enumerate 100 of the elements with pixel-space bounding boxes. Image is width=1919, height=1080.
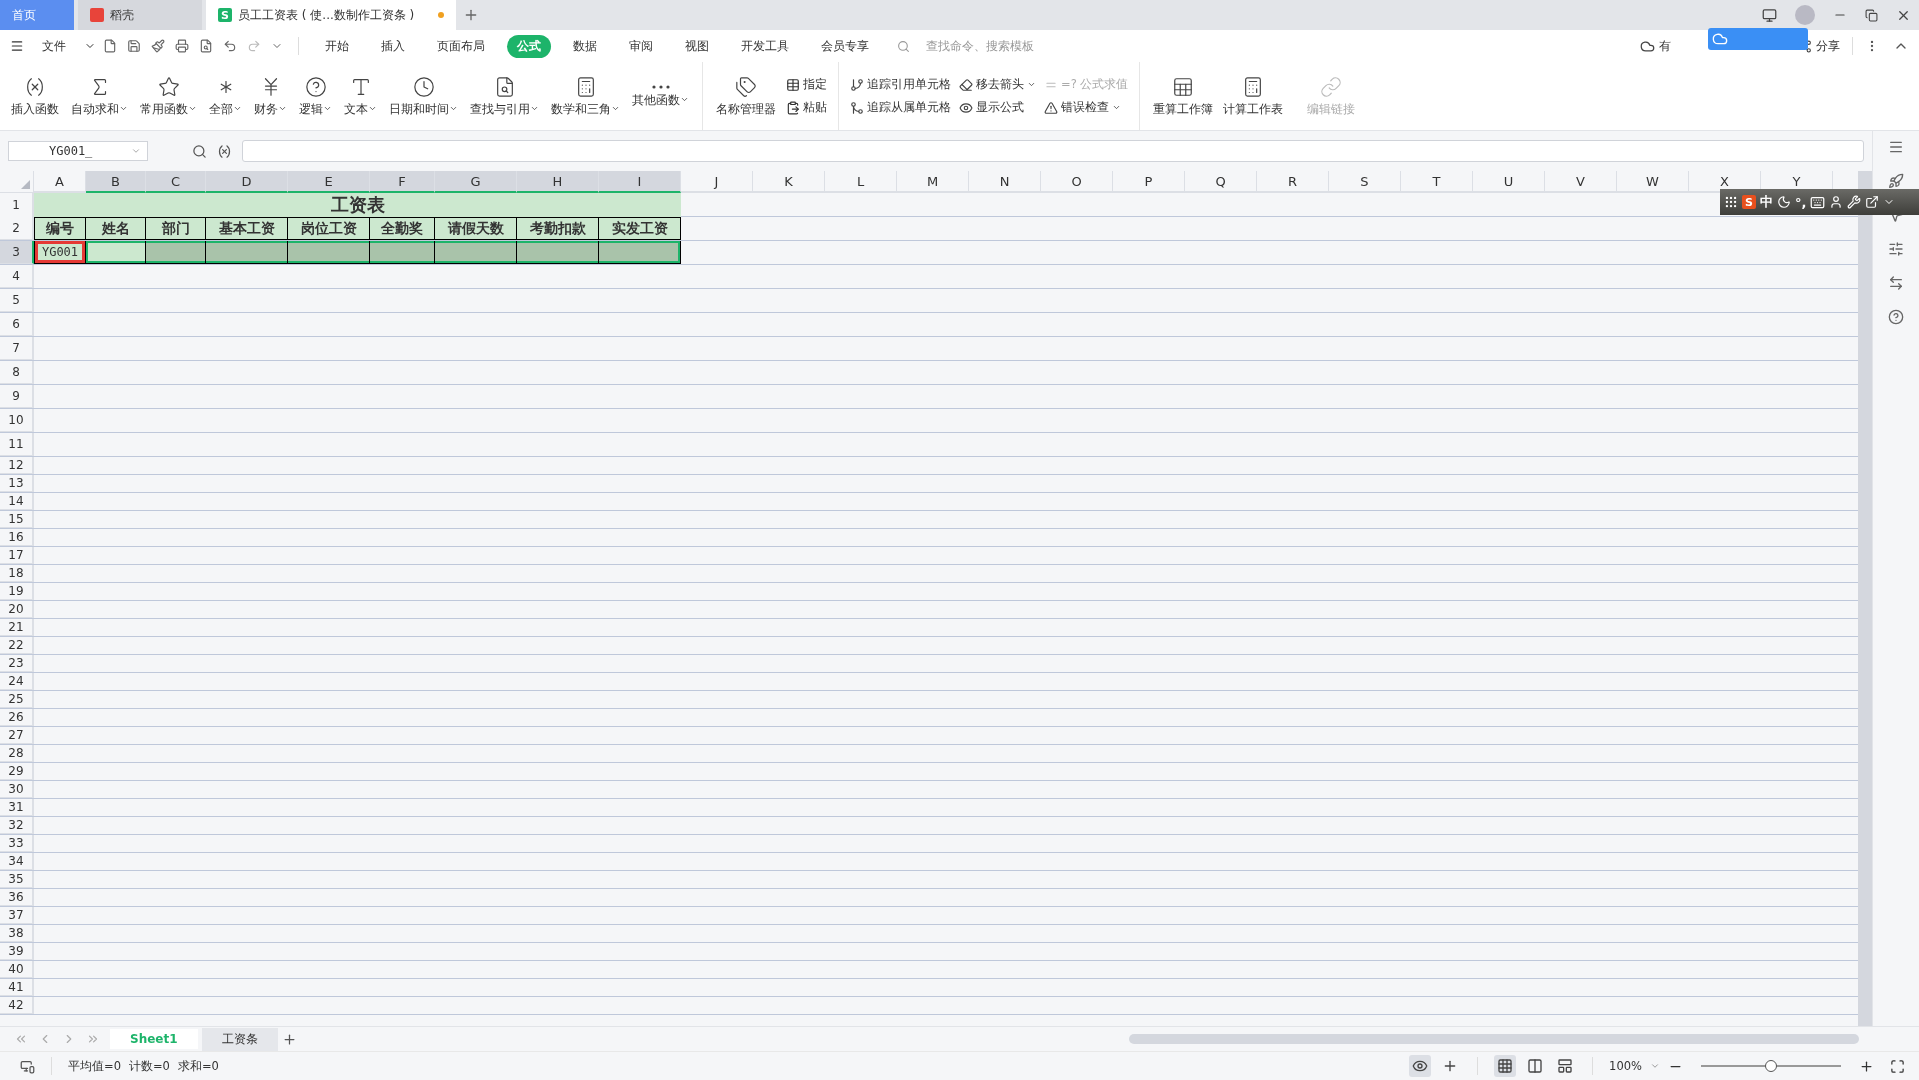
column-header[interactable]: Q xyxy=(1185,171,1257,193)
column-header[interactable]: O xyxy=(1041,171,1113,193)
restore-icon[interactable] xyxy=(1865,8,1878,22)
function-button[interactable]: 逻辑 xyxy=(294,62,337,130)
zoom-level[interactable]: 100% xyxy=(1609,1059,1642,1073)
row-header[interactable]: 19 xyxy=(0,583,34,600)
vertical-scrollbar[interactable] xyxy=(1858,171,1872,1026)
screen-icon[interactable] xyxy=(20,1058,35,1074)
swap-icon[interactable] xyxy=(1888,275,1904,291)
save-icon[interactable] xyxy=(127,39,141,53)
ribbon-tab[interactable]: 插入 xyxy=(371,34,415,58)
row-header[interactable]: 4 xyxy=(0,265,34,288)
external-icon[interactable] xyxy=(1865,195,1880,209)
new-tab-icon[interactable] xyxy=(463,7,479,23)
row-header[interactable]: 39 xyxy=(0,943,34,960)
selected-cell[interactable] xyxy=(517,241,599,264)
row-header[interactable]: 35 xyxy=(0,871,34,888)
row-header[interactable]: 27 xyxy=(0,727,34,744)
row-header[interactable]: 37 xyxy=(0,907,34,924)
name-manager-button[interactable]: 名称管理器 xyxy=(711,62,781,130)
menu-icon[interactable] xyxy=(1888,139,1904,155)
ribbon-tab[interactable]: 视图 xyxy=(675,34,719,58)
column-header[interactable]: I xyxy=(599,171,681,193)
row-header[interactable]: 28 xyxy=(0,745,34,762)
add-sheet-icon[interactable] xyxy=(281,1031,297,1047)
column-header[interactable]: V xyxy=(1545,171,1617,193)
audit-button[interactable]: 追踪从属单元格 xyxy=(847,99,954,116)
function-button[interactable]: 财务 xyxy=(249,62,292,130)
function-button[interactable]: 数学和三角 xyxy=(546,62,625,130)
row-header[interactable]: 1 xyxy=(0,193,34,218)
row-header[interactable]: 30 xyxy=(0,781,34,798)
ribbon-tab[interactable]: 数据 xyxy=(563,34,607,58)
brush-icon[interactable] xyxy=(151,39,165,53)
row-header[interactable]: 23 xyxy=(0,655,34,672)
ribbon-tab[interactable]: 审阅 xyxy=(619,34,663,58)
fullscreen-icon[interactable] xyxy=(1890,1058,1905,1074)
zoom-thumb[interactable] xyxy=(1765,1060,1777,1072)
user-icon[interactable] xyxy=(1829,195,1844,209)
row-header[interactable]: 2 xyxy=(0,217,34,240)
ribbon-tab[interactable]: 会员专享 xyxy=(811,34,879,58)
normal-view-icon[interactable] xyxy=(1497,1058,1514,1074)
print-icon[interactable] xyxy=(175,39,189,53)
ribbon-tab[interactable]: 开始 xyxy=(315,34,359,58)
formula-input[interactable] xyxy=(242,140,1864,162)
column-header[interactable]: L xyxy=(825,171,897,193)
row-header[interactable]: 17 xyxy=(0,547,34,564)
row-header[interactable]: 18 xyxy=(0,565,34,582)
selected-cell[interactable] xyxy=(206,241,288,264)
column-header[interactable]: K xyxy=(753,171,825,193)
row-header[interactable]: 16 xyxy=(0,529,34,546)
calculate-button[interactable]: 计算工作表 xyxy=(1218,62,1289,130)
row-header[interactable]: 14 xyxy=(0,493,34,510)
undo-icon[interactable] xyxy=(223,39,237,53)
wrench-icon[interactable] xyxy=(1847,195,1862,209)
row-header[interactable]: 8 xyxy=(0,361,34,384)
column-header[interactable]: R xyxy=(1257,171,1329,193)
audit-button[interactable]: 显示公式 xyxy=(956,99,1039,116)
preview-icon[interactable] xyxy=(199,39,213,53)
menu-icon[interactable] xyxy=(10,39,24,53)
column-header[interactable]: G xyxy=(435,171,517,193)
selected-cell[interactable] xyxy=(288,241,370,264)
row-header[interactable]: 26 xyxy=(0,709,34,726)
sheet-tab[interactable]: 工资条 xyxy=(201,1027,278,1051)
row-header[interactable]: 42 xyxy=(0,997,34,1014)
function-button[interactable]: 文本 xyxy=(339,62,382,130)
share-link[interactable]: 分享 xyxy=(1816,38,1840,54)
horizontal-scrollbar[interactable] xyxy=(1129,1034,1859,1044)
calculate-button[interactable]: 重算工作簿 xyxy=(1148,62,1219,130)
row-header[interactable]: 22 xyxy=(0,637,34,654)
function-button[interactable]: 插入函数 xyxy=(6,62,64,130)
rocket-icon[interactable] xyxy=(1888,173,1904,189)
audit-button[interactable]: 移去箭头 xyxy=(956,76,1039,93)
row-header[interactable]: 6 xyxy=(0,313,34,336)
column-header[interactable]: M xyxy=(897,171,969,193)
ime-mode[interactable]: 中 xyxy=(1760,193,1773,211)
ime-logo[interactable]: S xyxy=(1742,195,1756,209)
row-header[interactable]: 25 xyxy=(0,691,34,708)
column-header[interactable]: N xyxy=(969,171,1041,193)
selected-cell[interactable] xyxy=(146,241,206,264)
function-button[interactable]: 自动求和 xyxy=(66,62,133,130)
sliders-icon[interactable] xyxy=(1888,241,1904,257)
column-header[interactable]: W xyxy=(1617,171,1689,193)
function-button[interactable]: 全部 xyxy=(204,62,247,130)
selected-cell[interactable] xyxy=(370,241,435,264)
row-header[interactable]: 38 xyxy=(0,925,34,942)
audit-button[interactable]: 追踪引用单元格 xyxy=(847,76,954,93)
row-header[interactable]: 24 xyxy=(0,673,34,690)
row-header[interactable]: 40 xyxy=(0,961,34,978)
document-tab[interactable]: 稻壳 xyxy=(78,0,202,30)
row-header[interactable]: 34 xyxy=(0,853,34,870)
row-header[interactable]: 7 xyxy=(0,337,34,360)
zoom-icon[interactable] xyxy=(192,143,207,159)
caret-icon[interactable] xyxy=(1027,80,1036,89)
page-view-icon[interactable] xyxy=(1527,1058,1544,1074)
caret-icon[interactable] xyxy=(1112,103,1121,112)
column-header[interactable]: F xyxy=(370,171,435,193)
table-cell[interactable]: YG001 xyxy=(34,241,86,264)
column-header[interactable]: D xyxy=(206,171,288,193)
row-header[interactable]: 32 xyxy=(0,817,34,834)
ribbon-tab[interactable]: 开发工具 xyxy=(731,34,799,58)
